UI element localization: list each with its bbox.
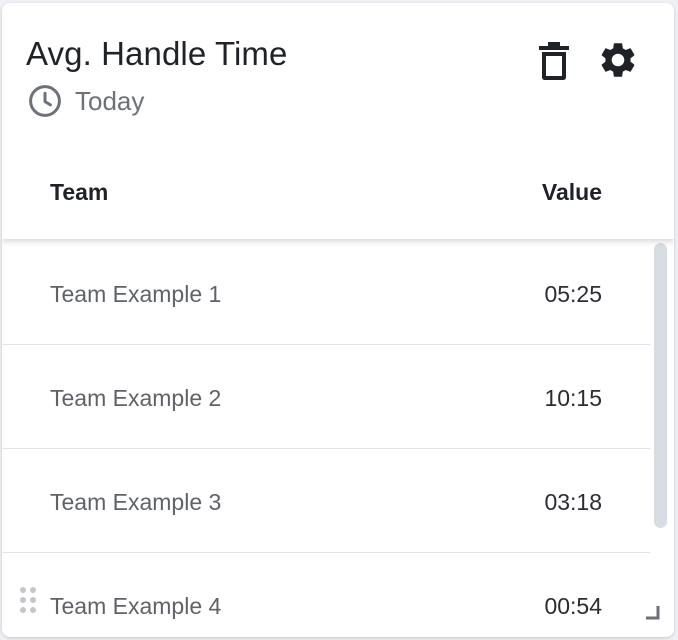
value-cell: 03:18: [544, 489, 602, 515]
column-header-value[interactable]: Value: [542, 179, 602, 206]
handle-time-widget: Avg. Handle Time Today Team Value Team E…: [2, 3, 674, 637]
trash-icon: [539, 42, 569, 80]
widget-title: Avg. Handle Time: [26, 35, 288, 72]
table-row: Team Example 4 00:54: [2, 553, 650, 637]
value-cell: 00:54: [544, 593, 602, 619]
value-cell: 10:15: [544, 385, 602, 411]
widget-header: Avg. Handle Time Today Team Value: [2, 3, 674, 239]
scrollbar-track[interactable]: [650, 239, 674, 637]
table-row: Team Example 2 10:15: [2, 345, 650, 449]
team-name-cell: Team Example 2: [50, 385, 222, 411]
gear-icon: [601, 43, 635, 77]
settings-button[interactable]: [594, 36, 642, 84]
period-label: Today: [75, 85, 145, 116]
team-name-cell: Team Example 4: [50, 593, 222, 619]
scrollbar-thumb[interactable]: [654, 243, 667, 528]
table-row: Team Example 1 05:25: [2, 241, 650, 345]
value-cell: 05:25: [544, 281, 602, 307]
clock-icon: [29, 85, 61, 117]
column-header-team[interactable]: Team: [50, 179, 108, 206]
table-row: Team Example 3 03:18: [2, 449, 650, 553]
period-indicator: Today: [27, 83, 144, 119]
table-body[interactable]: Team Example 1 05:25 Team Example 2 10:1…: [2, 239, 650, 637]
team-name-cell: Team Example 1: [50, 281, 222, 307]
delete-button[interactable]: [530, 37, 578, 85]
resize-icon[interactable]: [644, 604, 660, 620]
team-name-cell: Team Example 3: [50, 489, 222, 515]
drag-handle-icon[interactable]: [18, 585, 38, 615]
